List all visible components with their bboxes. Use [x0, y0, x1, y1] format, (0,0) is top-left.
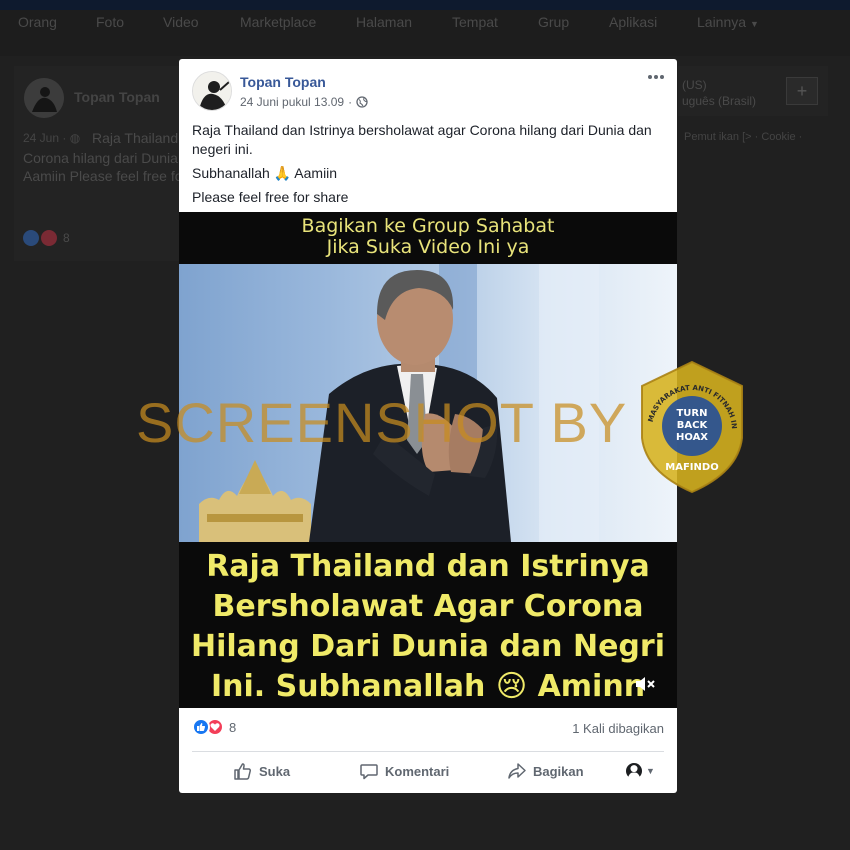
dot [648, 75, 652, 79]
bottom-caption-line-3: Hilang Dari Dunia dan Negri [191, 629, 665, 664]
background-meta: 24 Jun · ◍ [23, 131, 80, 145]
background-avatar [24, 78, 64, 118]
reaction-count: 8 [229, 719, 237, 735]
nav-halaman[interactable]: Halaman [356, 14, 412, 30]
volume-muted-icon[interactable] [633, 672, 657, 696]
nav-marketplace[interactable]: Marketplace [240, 14, 316, 30]
post-meta: 24 Juni pukul 13.09 · [240, 95, 368, 109]
nav-tempat[interactable]: Tempat [452, 14, 498, 30]
share-count[interactable]: 1 Kali dibagikan [572, 721, 664, 736]
thumbs-up-icon [234, 763, 252, 780]
dot [660, 75, 664, 79]
background-text-line-1: Raja Thailand [92, 130, 179, 146]
post-actions: Suka Komentari Bagikan ▼ [179, 754, 677, 790]
video-player[interactable]: Bagikan ke Group Sahabat Jika Suka Video… [179, 212, 677, 708]
share-button[interactable]: Bagikan [507, 754, 584, 788]
like-icon [23, 230, 39, 246]
svg-text:BACK: BACK [677, 420, 709, 431]
post-date[interactable]: 24 Juni pukul 13.09 [240, 95, 344, 109]
nav-aplikasi[interactable]: Aplikasi [609, 14, 657, 30]
video-bottom-caption: Raja Thailand dan Istrinya Bersholawat A… [179, 542, 677, 708]
background-author: Topan Topan [74, 89, 160, 105]
nav-foto[interactable]: Foto [96, 14, 124, 30]
video-top-caption: Bagikan ke Group Sahabat Jika Suka Video… [179, 212, 677, 264]
background-reaction-count: 8 [63, 231, 70, 245]
nav-orang[interactable]: Orang [18, 14, 57, 30]
love-icon [41, 230, 57, 246]
nav-video[interactable]: Video [163, 14, 199, 30]
caret-down-icon: ▼ [646, 766, 655, 776]
share-icon [508, 763, 526, 779]
like-icon [192, 718, 210, 736]
nav-grup[interactable]: Grup [538, 14, 569, 30]
bottom-caption-line-4: Ini. Subhanallah 😢 Aminn [210, 669, 646, 704]
footer-links[interactable]: Pemut ikan [> · Cookie · [684, 131, 802, 143]
caption-line-2: Subhanallah 🙏 Aamiin [192, 165, 338, 181]
like-label: Suka [259, 763, 291, 779]
author-avatar[interactable] [192, 71, 232, 111]
comment-button[interactable]: Komentari [359, 754, 449, 788]
share-label: Bagikan [533, 763, 584, 779]
divider [192, 751, 664, 752]
post-modal: Topan Topan 24 Juni pukul 13.09 · Raja T… [179, 59, 677, 793]
separator-dot: · [348, 95, 353, 109]
globe-icon: ◍ [69, 131, 81, 145]
nav-lainnya[interactable]: Lainnya ▼ [697, 14, 759, 30]
comment-icon [360, 764, 378, 780]
comment-label: Komentari [385, 763, 450, 779]
top-caption-line-2: Jika Suka Video Ini ya [326, 236, 530, 258]
language-portuguese[interactable]: uguês (Brasil) [682, 94, 756, 108]
top-bar [0, 0, 850, 10]
bottom-caption-line-1: Raja Thailand dan Istrinya [206, 549, 650, 584]
background-date: 24 Jun · [23, 131, 67, 145]
reaction-summary[interactable]: 8 [192, 718, 236, 736]
language-english[interactable]: (US) [682, 78, 707, 92]
bottom-caption-line-2: Bersholawat Agar Corona [212, 589, 644, 624]
svg-text:HOAX: HOAX [676, 432, 708, 443]
profile-icon [626, 763, 642, 779]
nav-lainnya-label: Lainnya [697, 14, 747, 30]
background-text-line-3: Aamiin Please feel free fo [23, 168, 183, 184]
post-author[interactable]: Topan Topan [240, 74, 326, 90]
video-frame [179, 264, 677, 542]
caption-line-3: Please feel free for share [192, 189, 349, 205]
more-options-button[interactable] [645, 69, 667, 85]
post-caption: Raja Thailand dan Istrinya bersholawat a… [192, 121, 664, 212]
background-text-line-2: Corona hilang dari Dunia [23, 150, 178, 166]
audience-selector[interactable]: ▼ [626, 754, 655, 788]
add-language-button[interactable]: + [786, 77, 818, 105]
like-button[interactable]: Suka [233, 754, 290, 788]
caret-down-icon: ▼ [749, 19, 759, 29]
globe-icon [356, 96, 368, 108]
caption-line-1: Raja Thailand dan Istrinya bersholawat a… [192, 122, 652, 157]
background-reactions: 8 [23, 230, 70, 246]
top-caption-line-1: Bagikan ke Group Sahabat [301, 215, 555, 237]
svg-text:TURN: TURN [676, 408, 707, 419]
dot [654, 75, 658, 79]
